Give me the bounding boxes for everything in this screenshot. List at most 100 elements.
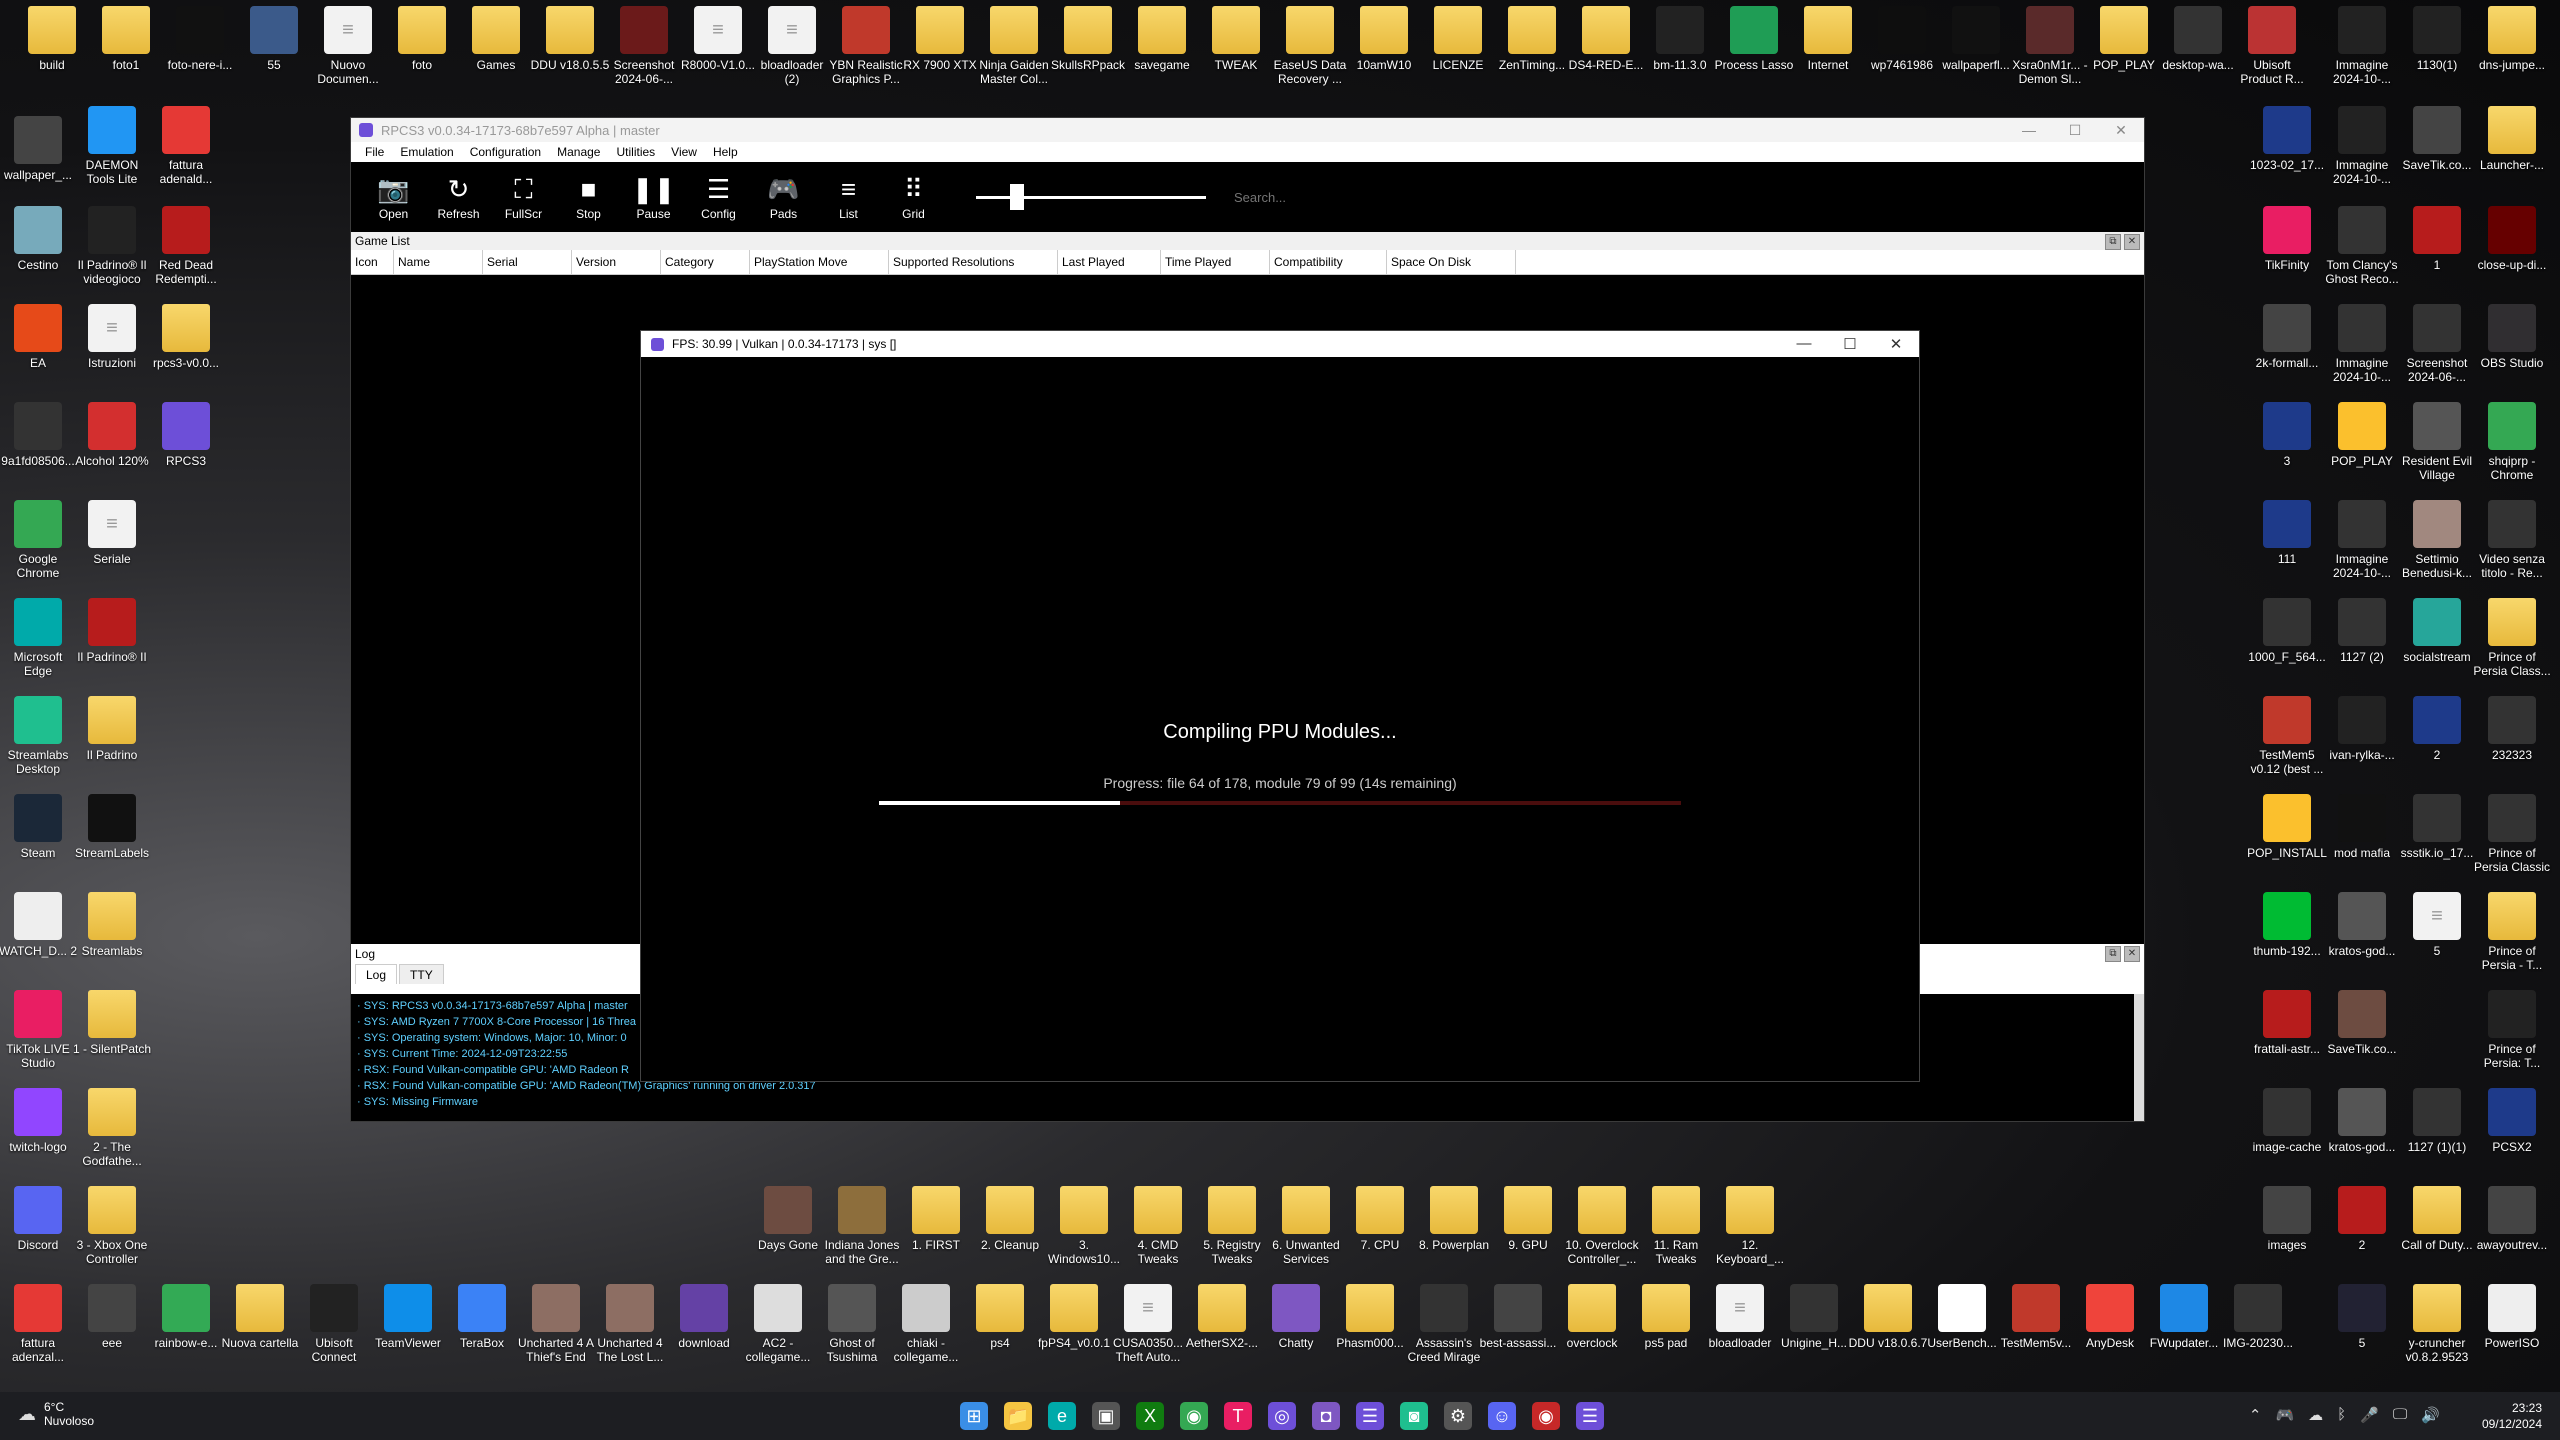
desktop-icon[interactable]: Launcher-... <box>2472 106 2552 172</box>
minimize-button[interactable]: — <box>1781 335 1827 353</box>
column-header[interactable]: Category <box>661 250 750 274</box>
pause-button[interactable]: ❚❚ Pause <box>621 173 686 221</box>
desktop-icon[interactable]: Chatty <box>1256 1284 1336 1350</box>
desktop-icon[interactable]: Ubisoft Connect <box>294 1284 374 1364</box>
desktop-icon[interactable]: Nuova cartella <box>220 1284 300 1350</box>
desktop-icon[interactable]: 1 - SilentPatch <box>72 990 152 1056</box>
desktop-icon[interactable]: Streamlabs <box>72 892 152 958</box>
minimize-button[interactable]: — <box>2006 122 2052 139</box>
desktop-icon[interactable]: AetherSX2-... <box>1182 1284 1262 1350</box>
start-icon[interactable]: ⊞ <box>960 1402 988 1430</box>
desktop-icon[interactable]: 9a1fd08506... <box>0 402 78 468</box>
config-button[interactable]: ☰ Config <box>686 173 751 221</box>
desktop-icon[interactable]: FWupdater... <box>2144 1284 2224 1350</box>
desktop-icon[interactable]: Ninja Gaiden Master Col... <box>974 6 1054 86</box>
tray-icon[interactable]: ☁ <box>2308 1406 2323 1424</box>
desktop-icon[interactable]: wp7461986 <box>1862 6 1942 72</box>
desktop-icon[interactable]: Screenshot 2024-06-... <box>2397 304 2477 384</box>
desktop-icon[interactable]: Xsra0nM1r... - Demon Sl... <box>2010 6 2090 86</box>
chrome-icon[interactable]: ◉ <box>1180 1402 1208 1430</box>
desktop-icon[interactable]: ≡ R8000-V1.0... <box>678 6 758 72</box>
desktop-icon[interactable]: thumb-192... <box>2247 892 2327 958</box>
search-input[interactable] <box>1232 184 1456 210</box>
desktop-icon[interactable]: Alcohol 120% <box>72 402 152 468</box>
desktop-icon[interactable]: ≡ bloadloader <box>1700 1284 1780 1350</box>
desktop-icon[interactable]: Il Padrino® Il videogioco <box>72 206 152 286</box>
obs-icon[interactable]: ◎ <box>1268 1402 1296 1430</box>
desktop-icon[interactable]: 7. CPU <box>1340 1186 1420 1252</box>
desktop-icon[interactable]: TeraBox <box>442 1284 522 1350</box>
desktop-icon[interactable]: 12. Keyboard_... <box>1710 1186 1790 1266</box>
desktop-icon[interactable]: Resident Evil Village <box>2397 402 2477 482</box>
desktop-icon[interactable]: 5 <box>2322 1284 2402 1350</box>
desktop-icon[interactable]: kratos-god... <box>2322 892 2402 958</box>
desktop-icon[interactable]: mod mafia <box>2322 794 2402 860</box>
float-dock-icon[interactable]: ⧉ <box>2105 234 2121 250</box>
log-scrollbar[interactable] <box>2134 994 2144 1121</box>
desktop-icon[interactable]: 3 <box>2247 402 2327 468</box>
slider-thumb[interactable] <box>1010 184 1024 210</box>
xbox-icon[interactable]: X <box>1136 1402 1164 1430</box>
desktop-icon[interactable]: 55 <box>234 6 314 72</box>
desktop-icon[interactable]: StreamLabels <box>72 794 152 860</box>
icon-size-slider[interactable] <box>976 182 1206 212</box>
desktop-icon[interactable]: DAEMON Tools Lite <box>72 106 152 186</box>
desktop-icon[interactable]: YBN Realistic Graphics P... <box>826 6 906 86</box>
close-button[interactable]: ✕ <box>1873 335 1919 353</box>
desktop-icon[interactable]: Call of Duty... <box>2397 1186 2477 1252</box>
desktop-icon[interactable]: Immagine 2024-10-... <box>2322 304 2402 384</box>
desktop-icon[interactable]: Prince of Persia Classic <box>2472 794 2552 874</box>
desktop-icon[interactable]: 1 <box>2397 206 2477 272</box>
column-header[interactable]: Space On Disk <box>1387 250 1516 274</box>
desktop-icon[interactable]: Prince of Persia Class... <box>2472 598 2552 678</box>
refresh-button[interactable]: ↻ Refresh <box>426 173 491 221</box>
desktop-icon[interactable]: RX 7900 XTX <box>900 6 980 72</box>
desktop-icon[interactable]: y-cruncher v0.8.2.9523 <box>2397 1284 2477 1364</box>
desktop-icon[interactable]: 10. Overclock Controller_... <box>1562 1186 1642 1266</box>
desktop-icon[interactable]: 1023-02_17... <box>2247 106 2327 172</box>
desktop-icon[interactable]: 1000_F_564... <box>2247 598 2327 664</box>
desktop-icon[interactable]: overclock <box>1552 1284 1632 1350</box>
game-titlebar[interactable]: FPS: 30.99 | Vulkan | 0.0.34-17173 | sys… <box>641 331 1919 357</box>
desktop-icon[interactable]: Il Padrino® II <box>72 598 152 664</box>
desktop-icon[interactable]: awayoutrev... <box>2472 1186 2552 1252</box>
menu-view[interactable]: View <box>663 145 705 159</box>
desktop-icon[interactable]: fattura adenzal... <box>0 1284 78 1364</box>
desktop-icon[interactable]: Uncharted 4 A Thief's End <box>516 1284 596 1364</box>
desktop-icon[interactable]: ps5 pad <box>1626 1284 1706 1350</box>
desktop-icon[interactable]: UserBench... <box>1922 1284 2002 1350</box>
desktop-icon[interactable]: fpPS4_v0.0.1 <box>1034 1284 1114 1350</box>
list-button[interactable]: ≡ List <box>816 173 881 221</box>
desktop-icon[interactable]: wallpaper_... <box>0 116 78 182</box>
desktop-icon[interactable]: 2 <box>2397 696 2477 762</box>
desktop-icon[interactable]: Red Dead Redempti... <box>146 206 226 286</box>
tab-log[interactable]: Log <box>355 964 398 984</box>
desktop-icon[interactable]: 6. Unwanted Services <box>1266 1186 1346 1266</box>
desktop-icon[interactable]: Immagine 2024-10-... <box>2322 500 2402 580</box>
desktop-icon[interactable]: Settimio Benedusi-k... <box>2397 500 2477 580</box>
desktop-icon[interactable]: WATCH_D... 2 <box>0 892 78 958</box>
desktop-icon[interactable]: Steam <box>0 794 78 860</box>
desktop-icon[interactable]: Games <box>456 6 536 72</box>
desktop-icon[interactable]: 11. Ram Tweaks <box>1636 1186 1716 1266</box>
desktop-icon[interactable]: TestMem5 v0.12 (best ... <box>2247 696 2327 776</box>
desktop-icon[interactable]: TikTok LIVE Studio <box>0 990 78 1070</box>
maximize-button[interactable]: ☐ <box>1827 335 1873 353</box>
desktop-icon[interactable]: SaveTik.co... <box>2322 990 2402 1056</box>
desktop-icon[interactable]: SkullsRPpack <box>1048 6 1128 72</box>
desktop-icon[interactable]: TeamViewer <box>368 1284 448 1350</box>
column-header[interactable]: Time Played <box>1161 250 1270 274</box>
desktop-icon[interactable]: TestMem5v... <box>1996 1284 2076 1350</box>
chrome2-icon[interactable]: ◉ <box>1532 1402 1560 1430</box>
rpcs3-active-icon[interactable]: ☰ <box>1576 1402 1604 1430</box>
desktop-icon[interactable]: bm-11.3.0 <box>1640 6 1720 72</box>
desktop-icon[interactable]: shqiprp - Chrome <box>2472 402 2552 482</box>
desktop-icon[interactable]: foto-nere-i... <box>160 6 240 72</box>
menu-emulation[interactable]: Emulation <box>392 145 461 159</box>
desktop-icon[interactable]: ivan-rylka-... <box>2322 696 2402 762</box>
desktop-icon[interactable]: 111 <box>2247 500 2327 566</box>
desktop-icon[interactable]: 3 - Xbox One Controller <box>72 1186 152 1266</box>
desktop-icon[interactable]: Video senza titolo - Re... <box>2472 500 2552 580</box>
desktop-icon[interactable]: IMG-20230... <box>2218 1284 2298 1350</box>
discord-icon[interactable]: ☺ <box>1488 1402 1516 1430</box>
